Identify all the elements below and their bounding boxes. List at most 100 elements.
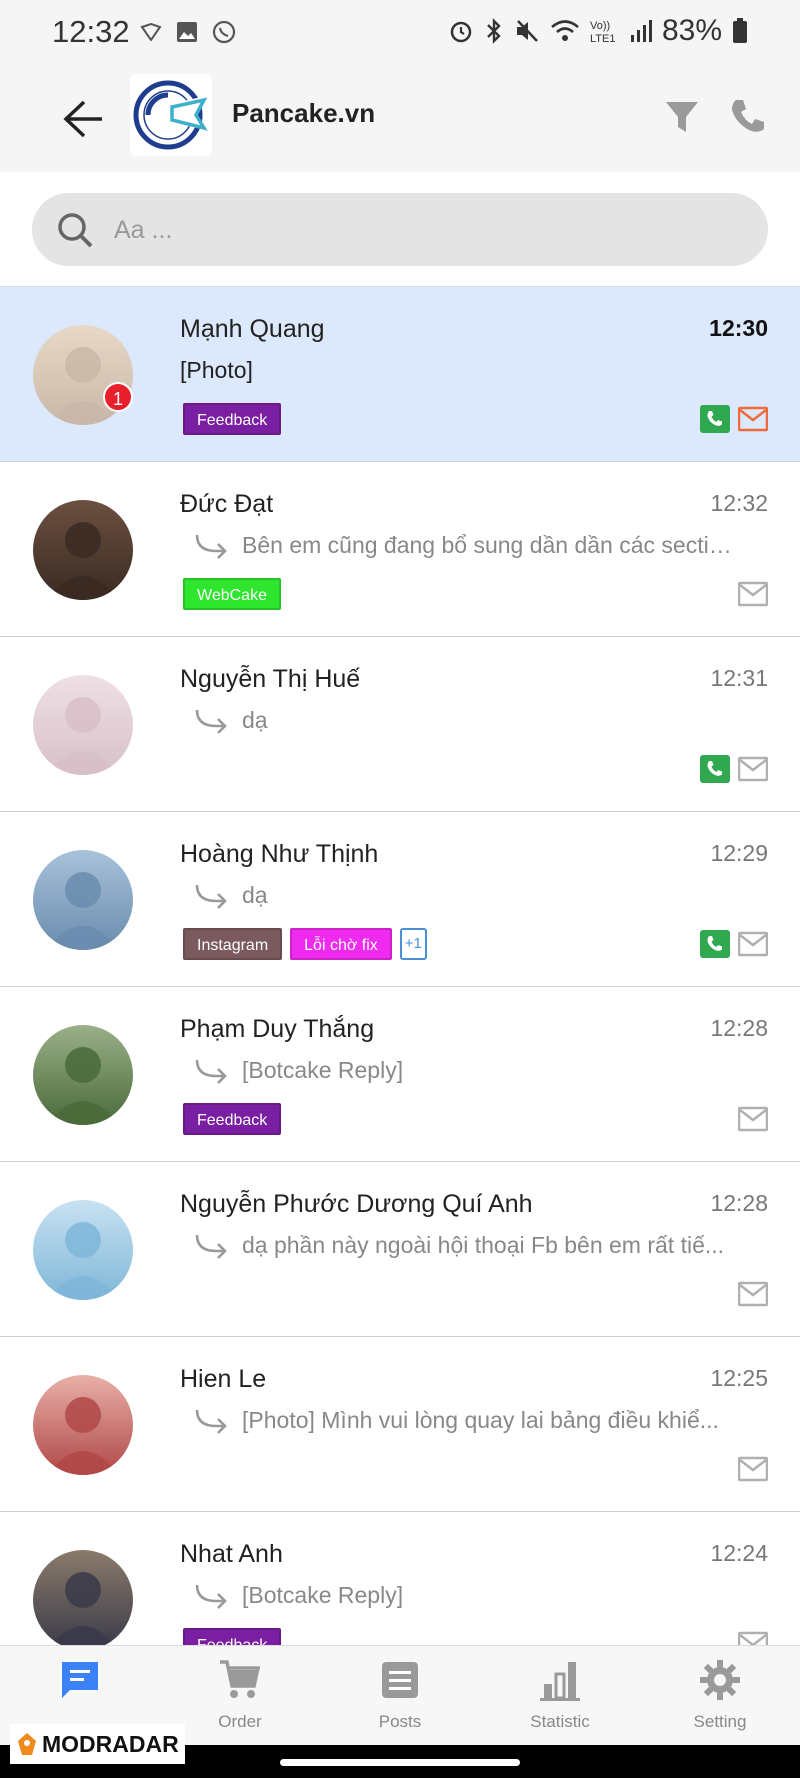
chart-icon [540, 1662, 580, 1701]
snippet-text: dạ [242, 707, 268, 733]
mail-icon [738, 1281, 768, 1307]
tag-list: Feedback [183, 403, 282, 435]
contact-icons [738, 1455, 768, 1483]
reply-arrow-icon [195, 1059, 227, 1084]
contact-icons [738, 580, 768, 608]
mail-icon [738, 931, 768, 957]
back-arrow-icon[interactable] [58, 96, 106, 142]
conversation-row[interactable]: Đức Đạt 12:32 Bên em cũng đang bổ sung dần… [0, 462, 800, 637]
tag[interactable]: WebCake [183, 578, 281, 610]
search-icon [58, 213, 93, 248]
avatar [33, 1375, 133, 1475]
whatsapp-icon [212, 20, 236, 44]
contact-icons [738, 1105, 768, 1133]
message-snippet: dạ [180, 882, 740, 909]
search-input[interactable] [114, 213, 734, 247]
contact-icons [700, 405, 768, 433]
contact-name: Mạnh Quang [180, 315, 325, 343]
contact-icons [738, 1280, 768, 1308]
conversation-row[interactable]: Nguyễn Phước Dương Quí Anh 12:28 dạ phần n… [0, 1162, 800, 1337]
snippet-text: [Botcake Reply] [242, 1057, 404, 1083]
message-snippet: [Botcake Reply] [180, 1582, 740, 1609]
posts-icon [382, 1662, 418, 1698]
mute-icon [516, 20, 538, 42]
contact-icons [700, 755, 768, 783]
home-gesture-handle[interactable] [280, 1759, 520, 1766]
conversation-row[interactable]: Hoàng Như Thịnh 12:29 dạ Instagram Lỗi chờ f… [0, 812, 800, 987]
snippet-text: [Botcake Reply] [242, 1582, 404, 1608]
avatar [33, 500, 133, 600]
message-snippet: [Photo] Mình vui lòng quay lai bảng điều… [180, 1407, 740, 1434]
contact-name: Nguyễn Thị Huế [180, 665, 361, 693]
reply-arrow-icon [195, 1584, 227, 1609]
nav-item-posts[interactable]: Posts [320, 1658, 480, 1746]
tag[interactable]: Instagram [183, 928, 283, 960]
status-left-icons [140, 20, 236, 44]
mail-icon [738, 1456, 768, 1482]
message-snippet: [Botcake Reply] [180, 1057, 740, 1084]
filter-icon[interactable] [662, 96, 702, 136]
status-time: 12:32 [52, 14, 130, 49]
search-area [0, 172, 800, 287]
watermark: MODRADAR [10, 1724, 185, 1764]
unread-badge: 1 [103, 382, 133, 412]
avatar [33, 675, 133, 775]
snippet-text: dạ [242, 882, 268, 908]
conversation-row[interactable]: Nguyễn Thị Huế 12:31 dạ [0, 637, 800, 812]
reply-arrow-icon [195, 1234, 227, 1259]
message-time: 12:29 [710, 840, 768, 866]
contact-name: Hien Le [180, 1365, 267, 1393]
cart-icon [220, 1660, 261, 1698]
conversation-row[interactable]: Hien Le 12:25 [Photo] Mình vui lòng quay l… [0, 1337, 800, 1512]
message-time: 12:28 [710, 1190, 768, 1216]
phone-badge-icon [700, 930, 730, 958]
shield-icon [140, 23, 162, 41]
reply-arrow-icon [195, 709, 227, 734]
contact-name: Đức Đạt [180, 490, 274, 518]
page-logo [130, 74, 212, 156]
watermark-text: MODRADAR [42, 1730, 179, 1757]
mail-icon [738, 756, 768, 782]
signal-icon [630, 20, 652, 42]
nav-item-setting[interactable]: Setting [640, 1658, 800, 1746]
status-bar: 12:32 Vo)) LTE1 83% [0, 0, 800, 66]
avatar [33, 1550, 133, 1645]
header-bar: Pancake.vn [0, 66, 800, 172]
tag[interactable]: Feedback [183, 1628, 282, 1645]
volte-icon: Vo))LTE1 [590, 20, 615, 44]
page-name: Pancake.vn [232, 98, 376, 128]
battery-icon [733, 18, 747, 43]
phone-badge-icon [700, 755, 730, 783]
nav-item-statistic[interactable]: Statistic [480, 1658, 640, 1746]
conversation-row[interactable]: Phạm Duy Thắng 12:28 [Botcake Reply] Feedba… [0, 987, 800, 1162]
tag-list: Feedback [183, 1628, 282, 1645]
snippet-text: [Photo] Mình vui lòng quay lai bảng điều… [242, 1407, 719, 1433]
contact-name: Nguyễn Phước Dương Quí Anh [180, 1190, 533, 1218]
image-icon [177, 22, 197, 42]
tag-list: Instagram Lỗi chờ fix +1 [183, 928, 427, 960]
phone-icon[interactable] [728, 96, 768, 136]
contact-name: Phạm Duy Thắng [180, 1015, 375, 1043]
search-box[interactable] [32, 193, 768, 266]
conversation-row[interactable]: Nhat Anh 12:24 [Botcake Reply] Feedback [0, 1512, 800, 1645]
tag[interactable]: Feedback [183, 403, 282, 435]
conversation-list: 1 Mạnh Quang 12:30 [Photo] Feedback Đức Đạt 12… [0, 287, 800, 1645]
snippet-text: dạ phần này ngoài hội thoại Fb bên em rấ… [242, 1232, 725, 1258]
reply-arrow-icon [195, 1409, 227, 1434]
chat-icon [62, 1662, 98, 1698]
gear-icon [700, 1660, 740, 1700]
more-tags[interactable]: +1 [399, 928, 427, 960]
mail-icon [738, 406, 768, 432]
conversation-row[interactable]: 1 Mạnh Quang 12:30 [Photo] Feedback [0, 287, 800, 462]
nav-label-setting: Setting [693, 1712, 747, 1731]
tag[interactable]: Lỗi chờ fix [290, 928, 392, 960]
message-snippet: dạ phần này ngoài hội thoại Fb bên em rấ… [180, 1232, 740, 1259]
tag[interactable]: Feedback [183, 1103, 282, 1135]
avatar [33, 1200, 133, 1300]
wifi-icon [551, 20, 579, 41]
mail-icon [738, 1106, 768, 1132]
message-snippet: [Photo] [180, 357, 740, 384]
message-time: 12:24 [710, 1540, 768, 1566]
svg-text:LTE1: LTE1 [590, 33, 615, 44]
contact-name: Hoàng Như Thịnh [180, 840, 379, 868]
